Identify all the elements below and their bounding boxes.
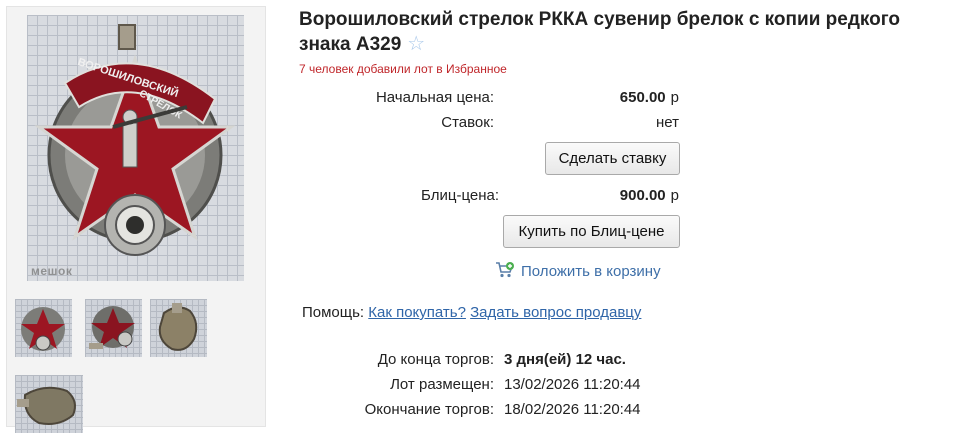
- thumbnail-strip: [15, 299, 265, 433]
- photo-gallery: ВОРОШИЛОВСКИЙ СТРЕЛОК мешок: [6, 6, 266, 433]
- photo-watermark: мешок: [31, 264, 73, 278]
- ask-seller-link[interactable]: Задать вопрос продавцу: [470, 304, 641, 321]
- bids-value: нет: [656, 114, 679, 131]
- lot-title-text: Ворошиловский стрелок РККА сувенир брело…: [299, 9, 901, 55]
- start-price-amount: 650.00: [619, 89, 666, 106]
- end-date-row: Окончание торгов: 18/02/2026 11:20:44: [300, 401, 720, 418]
- star-outline-icon[interactable]: ☆: [407, 33, 425, 55]
- thumbnail-2[interactable]: [85, 299, 142, 357]
- place-bid-button[interactable]: Сделать ставку: [545, 142, 680, 175]
- help-row: Помощь: Как покупать? Задать вопрос прод…: [302, 304, 641, 321]
- help-label: Помощь:: [302, 304, 365, 321]
- thumbnail-3[interactable]: [150, 299, 207, 357]
- posted-value: 13/02/2026 11:20:44: [504, 376, 641, 393]
- lot-title: Ворошиловский стрелок РККА сувенир брело…: [299, 8, 949, 57]
- blitz-price-amount: 900.00: [619, 187, 666, 204]
- favorites-note: 7 человек добавили лот в Избранное: [299, 62, 507, 76]
- how-to-buy-link[interactable]: Как покупать?: [368, 304, 466, 321]
- blitz-price-currency: р: [670, 187, 679, 204]
- end-date-value: 18/02/2026 11:20:44: [504, 401, 641, 418]
- thumbnail-1[interactable]: [15, 299, 72, 357]
- posted-label: Лот размещен:: [390, 376, 494, 393]
- ends-in-value: 3 дня(ей) 12 час.: [504, 351, 626, 368]
- buy-now-button[interactable]: Купить по Блиц-цене: [503, 215, 680, 248]
- badge-photo: ВОРОШИЛОВСКИЙ СТРЕЛОК: [34, 24, 236, 256]
- end-date-label: Окончание торгов:: [364, 401, 494, 418]
- start-price-currency: р: [670, 89, 679, 106]
- blitz-price-value: 900.00 р: [560, 187, 679, 204]
- blitz-price-label: Блиц-цена:: [421, 187, 499, 204]
- start-price-label: Начальная цена:: [375, 89, 494, 106]
- bids-label: Ставок:: [441, 114, 494, 131]
- ends-in-label: До конца торгов:: [377, 351, 494, 368]
- thumbnail-4[interactable]: [15, 375, 83, 433]
- start-price-value: 650.00 р: [560, 89, 679, 106]
- add-to-cart-link[interactable]: Положить в корзину: [495, 261, 661, 283]
- posted-row: Лот размещен: 13/02/2026 11:20:44: [300, 376, 720, 393]
- main-photo[interactable]: ВОРОШИЛОВСКИЙ СТРЕЛОК мешок: [27, 15, 244, 281]
- add-to-cart-label: Положить в корзину: [521, 263, 661, 280]
- ends-in-row: До конца торгов: 3 дня(ей) 12 час.: [300, 351, 720, 368]
- cart-add-icon: [495, 261, 515, 283]
